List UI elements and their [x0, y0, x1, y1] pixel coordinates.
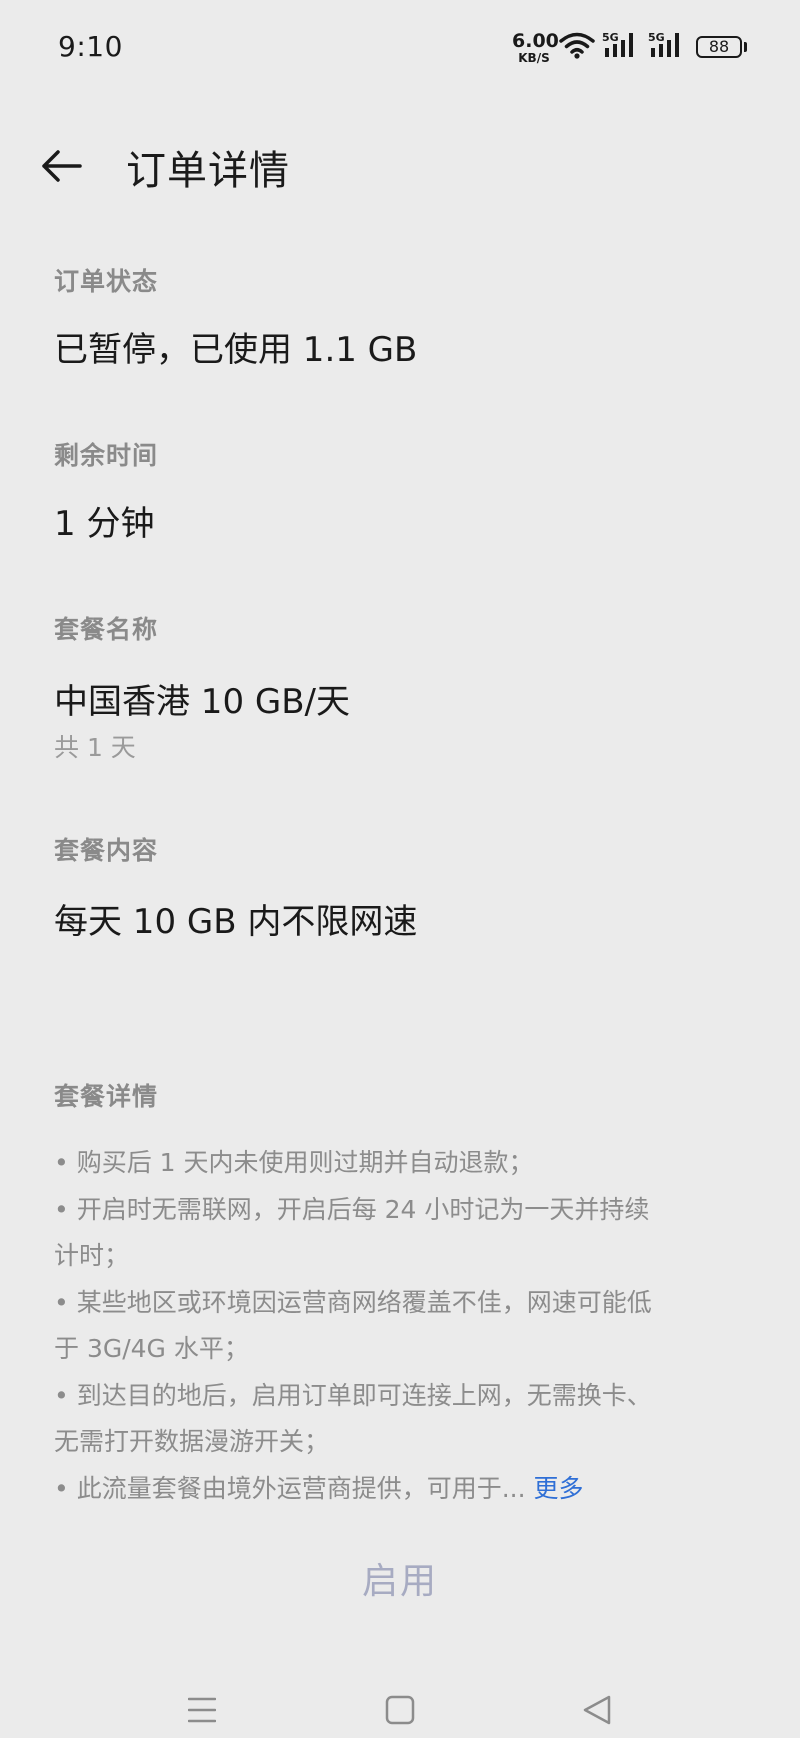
order-status-label: 订单状态	[54, 267, 159, 296]
plan-details-text: • 购买后 1 天内未使用则过期并自动退款； • 开启时无需联网，开启后每 24…	[54, 1140, 694, 1512]
arrow-left-icon	[42, 150, 82, 182]
remaining-time-label: 剩余时间	[54, 441, 159, 470]
status-bar: 9:10 6.00 KB/S 5G 5G 88	[0, 0, 800, 96]
network-speed: 6.00 KB/S	[512, 30, 559, 65]
more-link[interactable]: 更多	[534, 1474, 584, 1503]
battery-icon: 88	[696, 36, 742, 58]
plan-details-label: 套餐详情	[54, 1082, 159, 1111]
details-line: 计时；	[54, 1241, 130, 1270]
details-line-truncated: • 此流量套餐由境外运营商提供，可用于...	[54, 1473, 526, 1503]
battery-tip	[744, 42, 747, 52]
menu-icon[interactable]	[188, 1696, 216, 1724]
remaining-time-value: 1 分钟	[54, 504, 155, 544]
back-button[interactable]	[36, 140, 88, 192]
plan-name-label: 套餐名称	[54, 615, 159, 644]
details-line: • 某些地区或环境因运营商网络覆盖不佳，网速可能低	[54, 1287, 652, 1317]
signal-1-label: 5G	[602, 31, 619, 44]
order-status-value: 已暂停，已使用 1.1 GB	[54, 330, 418, 370]
plan-name-value: 中国香港 10 GB/天	[54, 682, 351, 722]
details-line-last: • 此流量套餐由境外运营商提供，可用于... 更多	[54, 1466, 694, 1513]
details-line: • 购买后 1 天内未使用则过期并自动退款；	[54, 1148, 534, 1177]
cellular-signal-icon: 5G	[602, 31, 633, 57]
wifi-icon	[559, 32, 595, 59]
plan-content-label: 套餐内容	[54, 836, 159, 865]
network-speed-value: 6.00	[512, 30, 559, 52]
status-time: 9:10	[58, 30, 123, 63]
plan-duration: 共 1 天	[54, 733, 136, 762]
enable-button[interactable]: 启用	[300, 1552, 500, 1612]
details-line: 无需打开数据漫游开关；	[54, 1427, 330, 1456]
signal-2-label: 5G	[648, 31, 665, 44]
cellular-signal-icon-2: 5G	[648, 31, 679, 57]
details-line: • 开启时无需联网，开启后每 24 小时记为一天并持续	[54, 1194, 650, 1224]
nav-back-icon[interactable]	[582, 1694, 612, 1726]
network-speed-unit: KB/S	[518, 51, 550, 65]
page-title: 订单详情	[126, 148, 290, 194]
home-icon[interactable]	[385, 1695, 415, 1725]
battery-level: 88	[708, 37, 730, 56]
plan-content-value: 每天 10 GB 内不限网速	[54, 902, 418, 942]
details-line: • 到达目的地后，启用订单即可连接上网，无需换卡、	[54, 1380, 652, 1410]
details-line: 于 3G/4G 水平；	[54, 1334, 249, 1363]
